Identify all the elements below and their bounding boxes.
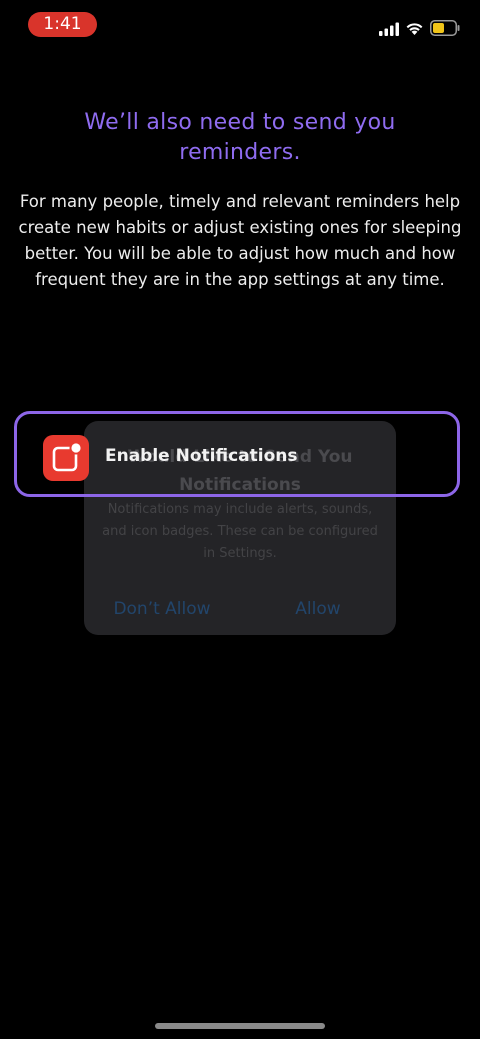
page-title: We’ll also need to send you reminders. [84, 110, 396, 165]
status-time: 1:41 [28, 12, 97, 37]
signal-icon [379, 22, 399, 36]
status-bar: 1:41 [0, 0, 480, 48]
alert-message: Notifications may include alerts, sounds… [102, 502, 378, 561]
battery-icon [430, 20, 460, 36]
home-indicator[interactable] [155, 1023, 325, 1029]
wifi-icon [406, 23, 423, 35]
notification-app-icon [43, 435, 89, 481]
enable-notifications-label: Enable Notifications [105, 446, 298, 466]
allow-button[interactable]: Allow [240, 597, 396, 621]
enable-notifications-banner[interactable]: Enable Notifications [14, 411, 460, 497]
page-description: For many people, timely and relevant rem… [18, 192, 462, 289]
dont-allow-button[interactable]: Don’t Allow [84, 597, 240, 621]
